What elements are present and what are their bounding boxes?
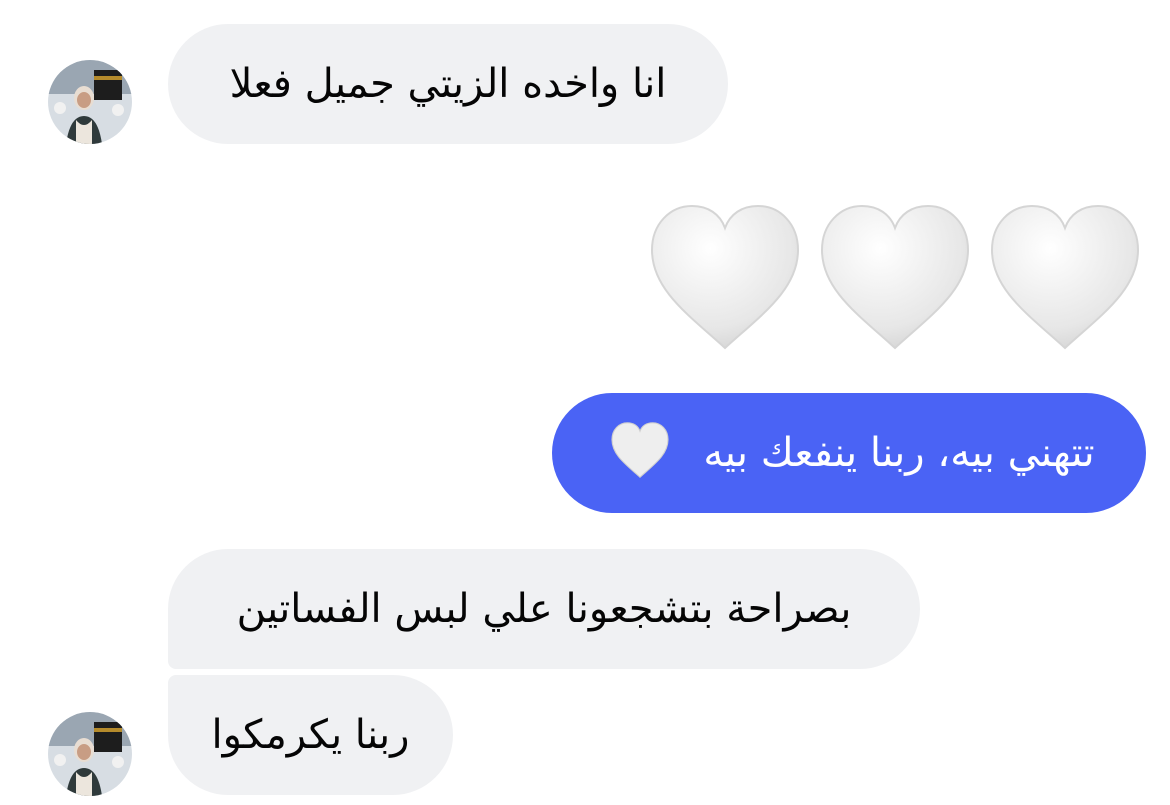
white-heart-icon: [990, 204, 1140, 350]
white-heart-icon: [820, 204, 970, 350]
incoming-message[interactable]: ربنا يكرمكوا: [168, 675, 453, 795]
message-text: بصراحة بتشجعونا علي لبس الفساتين: [236, 586, 852, 632]
avatar-photo: [48, 712, 132, 796]
incoming-message[interactable]: بصراحة بتشجعونا علي لبس الفساتين: [168, 549, 920, 669]
contact-avatar[interactable]: [48, 712, 132, 796]
message-text: ربنا يكرمكوا: [211, 712, 410, 758]
avatar-photo: [48, 60, 132, 144]
white-heart-icon: [650, 204, 800, 350]
message-text: تتهني بيه، ربنا ينفعك بيه: [703, 430, 1095, 476]
incoming-message[interactable]: انا واخده الزيتي جميل فعلا: [168, 24, 728, 144]
outgoing-message[interactable]: تتهني بيه، ربنا ينفعك بيه: [552, 393, 1146, 513]
outgoing-emoji-message[interactable]: [650, 204, 1140, 350]
contact-avatar[interactable]: [48, 60, 132, 144]
white-heart-icon: [611, 421, 669, 485]
message-text: انا واخده الزيتي جميل فعلا: [229, 61, 667, 107]
